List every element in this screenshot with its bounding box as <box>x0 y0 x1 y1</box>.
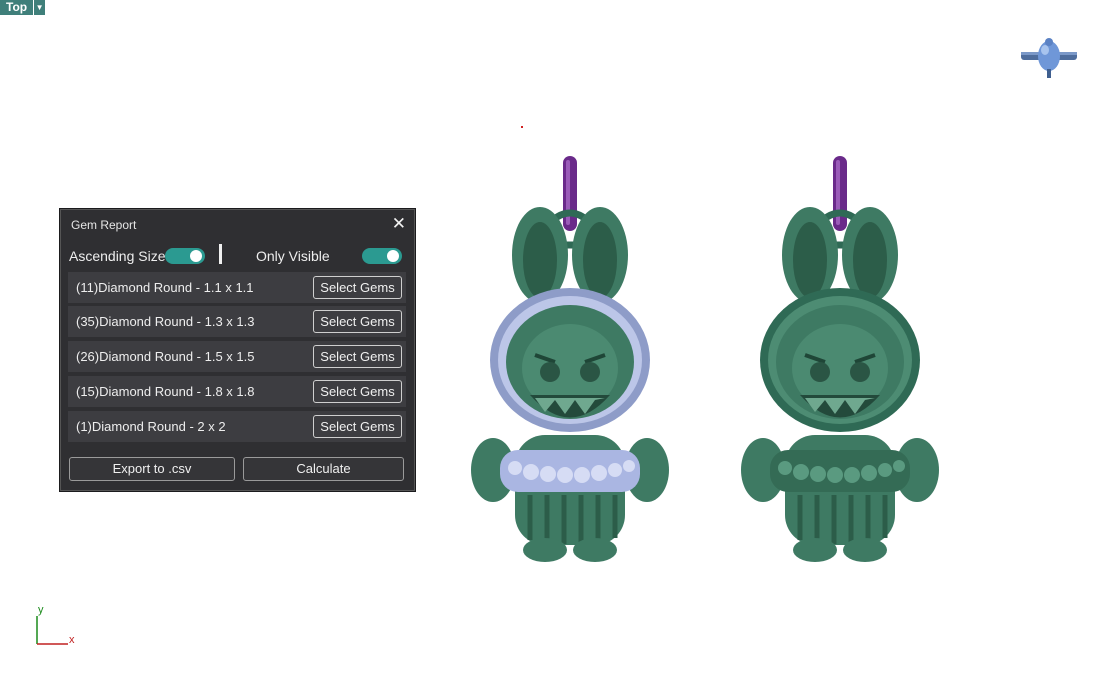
toggle-knob <box>387 250 399 262</box>
gem-row-label: (11)Diamond Round - 1.1 x 1.1 <box>76 280 254 295</box>
bail-ring <box>833 156 847 231</box>
options-bar: Ascending Size Only Visible <box>69 244 405 268</box>
viewport-name[interactable]: Top <box>0 0 34 15</box>
close-icon[interactable]: ✕ <box>392 214 406 234</box>
select-gems-button[interactable]: Select Gems <box>313 380 402 403</box>
calculate-button[interactable]: Calculate <box>243 457 404 481</box>
y-axis-label: y <box>38 604 44 616</box>
ascending-size-label: Ascending Size <box>69 248 166 264</box>
select-gems-button[interactable]: Select Gems <box>313 310 402 333</box>
x-axis-label: x <box>69 634 75 646</box>
axis-indicator: y x <box>34 604 84 650</box>
chevron-down-icon[interactable]: ▼ <box>34 0 46 15</box>
gem-row: (11)Diamond Round - 1.1 x 1.1 Select Gem… <box>68 272 406 303</box>
view-gizmo-icon[interactable] <box>1018 36 1080 82</box>
select-gems-button[interactable]: Select Gems <box>313 276 402 299</box>
gem-row: (26)Diamond Round - 1.5 x 1.5 Select Gem… <box>68 341 406 372</box>
gem-row: (15)Diamond Round - 1.8 x 1.8 Select Gem… <box>68 376 406 407</box>
divider <box>219 244 222 264</box>
panel-title: Gem Report <box>71 218 137 232</box>
export-csv-button[interactable]: Export to .csv <box>69 457 235 481</box>
gem-row-label: (26)Diamond Round - 1.5 x 1.5 <box>76 349 255 364</box>
origin-marker <box>521 126 523 128</box>
gem-row-label: (15)Diamond Round - 1.8 x 1.8 <box>76 384 255 399</box>
gem-row: (1)Diamond Round - 2 x 2 Select Gems <box>68 411 406 442</box>
only-visible-label: Only Visible <box>256 248 330 264</box>
viewport-tab[interactable]: Top ▼ <box>0 0 46 15</box>
gem-row-label: (1)Diamond Round - 2 x 2 <box>76 419 226 434</box>
toggle-knob <box>190 250 202 262</box>
select-gems-button[interactable]: Select Gems <box>313 345 402 368</box>
only-visible-toggle[interactable] <box>362 248 402 264</box>
gem-report-panel: Gem Report ✕ Ascending Size Only Visible… <box>60 209 415 491</box>
pendant-model-plain <box>741 156 939 562</box>
pendant-model-with-gems <box>471 156 669 562</box>
bail-ring <box>563 156 577 231</box>
select-gems-button[interactable]: Select Gems <box>313 415 402 438</box>
ascending-size-toggle[interactable] <box>165 248 205 264</box>
gem-row: (35)Diamond Round - 1.3 x 1.3 Select Gem… <box>68 306 406 337</box>
gem-row-label: (35)Diamond Round - 1.3 x 1.3 <box>76 314 255 329</box>
